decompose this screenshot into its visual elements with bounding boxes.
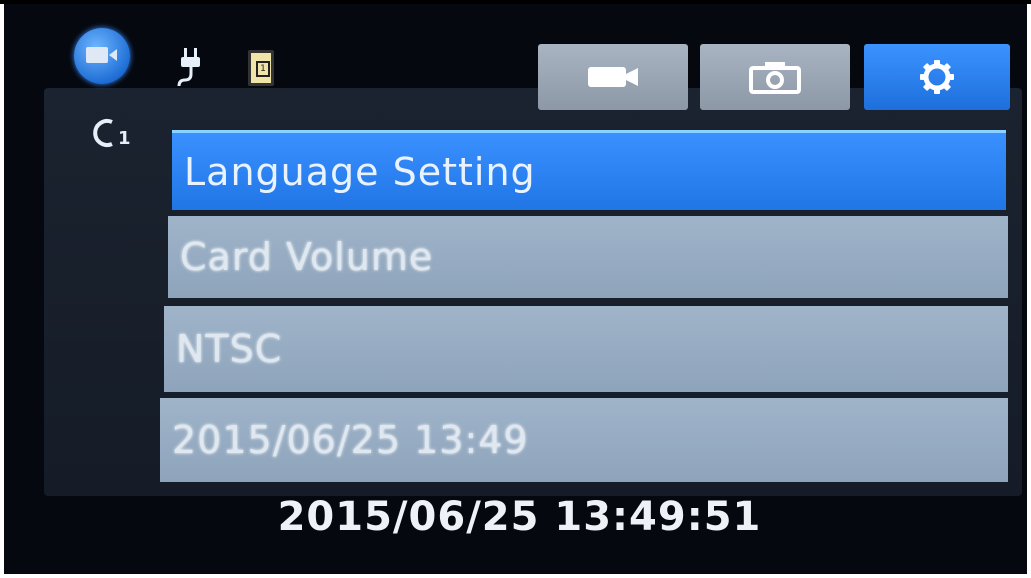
menu-item-tv-mode[interactable]: NTSC: [164, 306, 1008, 392]
menu-item-label: Card Volume: [180, 235, 434, 279]
menu-item-date-time[interactable]: 2015/06/25 13:49: [160, 398, 1008, 482]
gear-icon: [920, 60, 954, 94]
menu-item-language-setting[interactable]: Language Setting: [172, 130, 1006, 210]
menu-item-label: NTSC: [176, 327, 283, 371]
menu-item-label: Language Setting: [184, 149, 536, 194]
menu-item-label: 2015/06/25 13:49: [172, 418, 529, 462]
video-mode-icon: [74, 28, 130, 84]
power-plug-icon: [177, 48, 200, 87]
clock-display: 2015/06/25 13:49:51: [277, 494, 762, 540]
photo-camera-icon: [749, 62, 801, 94]
tab-video[interactable]: [538, 44, 688, 110]
camera-screen: 1 1 Language Setting Card Volume NTSC 20…: [4, 4, 1027, 574]
menu-item-card-volume[interactable]: Card Volume: [168, 216, 1008, 298]
sd-card-label: 1: [256, 61, 270, 77]
svg-text:1: 1: [118, 128, 131, 149]
loop-recording-icon: 1: [93, 119, 131, 149]
video-camera-icon: [588, 67, 638, 87]
tab-photo[interactable]: [700, 44, 850, 110]
sd-card-icon: 1: [248, 50, 274, 86]
tab-settings[interactable]: [864, 44, 1010, 110]
